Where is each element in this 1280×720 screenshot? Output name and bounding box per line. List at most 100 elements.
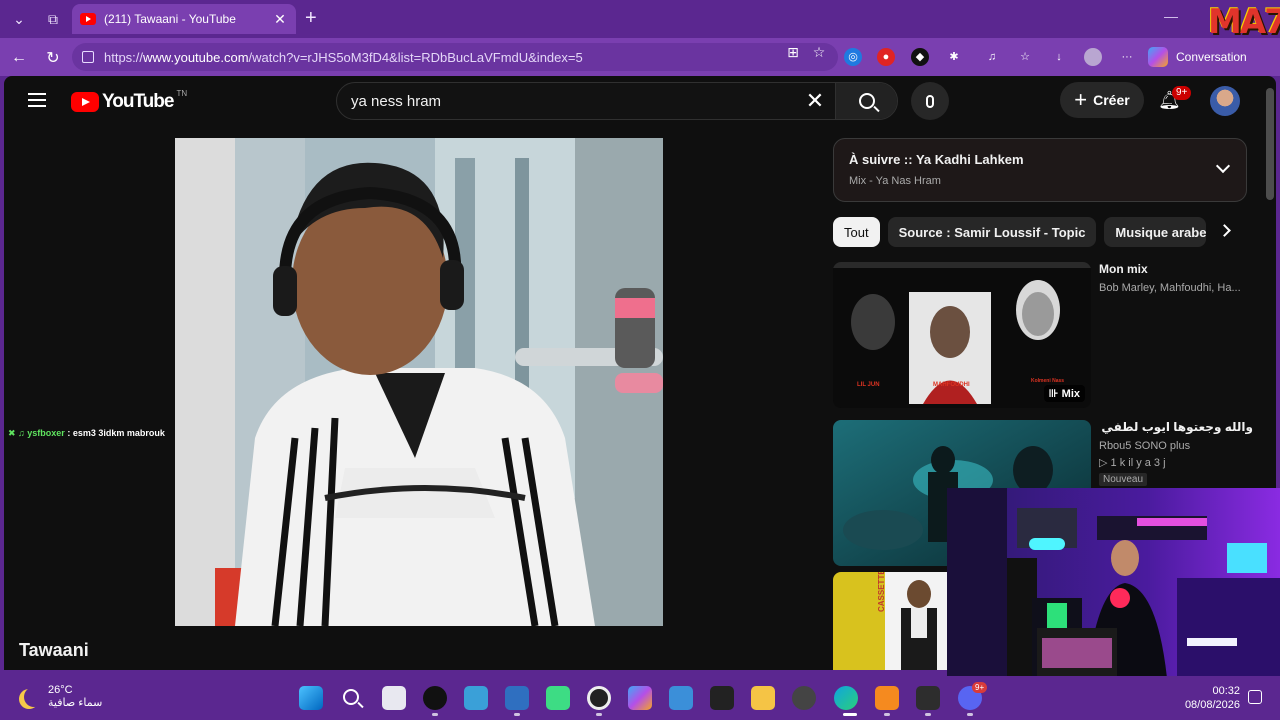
playlist-icon: ⊪ [1048,388,1062,400]
weather-text: 26°C سماء صافية [48,684,102,709]
playlist-panel[interactable]: À suivre :: Ya Kadhi Lahkem Mix - Ya Nas… [833,138,1247,202]
play-icon: ▷ [1099,457,1111,469]
close-tab-icon[interactable]: ✕ [272,11,288,28]
site-info-icon[interactable] [82,51,94,63]
workspaces-icon[interactable]: ⧉ [40,7,66,31]
discord-badge: 9+ [972,682,988,693]
system-clock[interactable]: 00:32 08/08/2026 [1176,684,1240,712]
chips-next-arrow-icon[interactable] [1218,224,1231,237]
video-frame [175,138,663,626]
browser-tab-active[interactable]: (211) Tawaani - YouTube ✕ [72,4,296,34]
chip-arabic-music[interactable]: Musique arabe [1104,217,1207,247]
refresh-button[interactable]: ↻ [42,47,64,69]
video-title: Tawaani [19,640,89,660]
page-scrollbar[interactable] [1266,88,1274,200]
video-meta: Mon mix Bob Marley, Mahfoudhi, Ha... [1099,262,1253,294]
chat-badge-icon: ✖ ♫ [8,428,28,438]
media-control-icon[interactable]: ♫ [983,48,1001,66]
video-stats: ▷ 1 k il y a 3 j [1099,457,1166,469]
create-button[interactable]: + Créer [1060,82,1144,118]
moon-icon [24,687,44,707]
minimize-window-button[interactable]: — [1164,8,1178,24]
file-explorer-icon[interactable] [751,686,775,710]
downloads-icon[interactable]: ↓ [1050,48,1068,66]
app-network-icon[interactable] [505,686,529,710]
up-next-title: À suivre :: Ya Kadhi Lahkem [849,152,1024,167]
playlist-subtitle: Mix - Ya Nas Hram [849,175,941,187]
notification-center-icon[interactable] [1248,690,1262,704]
new-tab-button[interactable]: + [305,8,317,28]
app-chrome-icon[interactable] [792,686,816,710]
clear-search-icon[interactable]: ✕ [795,88,835,114]
address-bar[interactable]: https://www.youtube.com/watch?v=rJHS5oM3… [72,43,838,71]
profile-icon[interactable] [1084,48,1102,66]
app-edge-icon[interactable] [834,686,858,710]
webcam-feed-image [947,488,1280,678]
extension-record-icon[interactable]: ● [877,48,895,66]
extension-shazam-icon[interactable]: ◎ [844,48,862,66]
running-indicator [884,713,890,716]
search-box[interactable]: ya ness hram ✕ [336,82,898,120]
app-desktop-icon[interactable] [464,686,488,710]
menu-icon[interactable] [28,93,46,107]
favorite-star-icon[interactable]: ☆ [810,44,828,62]
weather-widget[interactable]: 26°C سماء صافية [18,684,102,709]
video-meta: والله وجعتوها ايوب لطفي جرمانة Rbou5 SON… [1099,420,1253,487]
clock-time: 00:32 [1212,685,1240,697]
conversation-label: Conversation [1176,50,1247,64]
taskbar-search-icon[interactable] [340,686,364,710]
country-code: TN [176,88,188,98]
youtube-header: YouTube TN ya ness hram ✕ + Créer 🔔︎ 9+ [4,76,1276,128]
extension-shield-icon[interactable]: ◆ [911,48,929,66]
video-title-link[interactable]: Mon mix [1099,262,1253,276]
video-thumbnail[interactable]: LIL JUN MAHFOUDHI Kolmeni Nass ⊪ Mix [833,262,1091,408]
temperature: 26°C [48,684,73,696]
stream-chat-message: ✖ ♫ ysfboxer : esm3 3idkm mabrouk [8,428,165,439]
running-indicator [514,713,520,716]
extensions-puzzle-icon[interactable]: ✱ [945,48,963,66]
tab-title: (211) Tawaani - YouTube [104,12,236,26]
account-avatar[interactable] [1210,86,1240,116]
video-title-link[interactable]: والله وجعتوها ايوب لطفي جرمانة [1099,420,1253,434]
more-menu-icon[interactable]: ··· [1118,48,1136,66]
search-button[interactable] [835,83,897,119]
start-windows-icon[interactable] [299,686,323,710]
youtube-favicon-icon [80,13,96,25]
app-terminal-icon[interactable] [916,686,940,710]
running-indicator [843,713,857,716]
video-player[interactable] [175,138,663,626]
app-visual-studio-icon[interactable] [669,686,693,710]
tab-strip: ⌄ ⧉ (211) Tawaani - YouTube ✕ + — MA7 [0,0,1280,42]
app-capcut-edit-icon[interactable] [710,686,734,710]
plus-icon: + [1074,87,1088,112]
create-label: Créer [1093,92,1130,108]
app-fl-studio-icon[interactable] [875,686,899,710]
thumb-label-1: LIL JUN [857,382,880,388]
app-android-icon[interactable] [546,686,570,710]
tab-actions-menu-icon[interactable]: ⌄ [6,7,32,31]
channel-name[interactable]: Bob Marley, Mahfoudhi, Ha... [1099,282,1253,294]
channel-name[interactable]: Rbou5 SONO plus [1099,440,1253,452]
app-capcut-icon[interactable] [423,686,447,710]
windows-taskbar: 26°C سماء صافية 9+ 00:32 08/08/2026 [0,676,1280,720]
app-copilot-icon[interactable] [628,686,652,710]
task-view-icon[interactable] [382,686,406,710]
youtube-play-icon [71,92,99,112]
notifications-button[interactable]: 🔔︎ 9+ [1158,86,1192,112]
running-indicator [925,713,931,716]
back-button[interactable]: ← [8,47,30,69]
url-text[interactable]: https://www.youtube.com/watch?v=rJHS5oM3… [104,50,583,65]
favorites-icon[interactable]: ☆ [1016,48,1034,66]
clock-date: 08/08/2026 [1184,699,1240,711]
chip-all[interactable]: Tout [833,217,880,247]
youtube-logo[interactable]: YouTube TN [71,88,188,113]
app-available-icon[interactable]: ⊞ [784,44,802,62]
app-obs-icon[interactable] [587,686,611,710]
chip-source[interactable]: Source : Samir Loussif - Topic [887,217,1097,247]
search-icon [858,93,875,109]
voice-search-button[interactable] [911,82,949,120]
running-indicator [596,713,602,716]
search-input[interactable]: ya ness hram [337,93,795,110]
copilot-conversation-button[interactable]: Conversation [1148,45,1247,69]
address-bar-row: ← ↻ https://www.youtube.com/watch?v=rJHS… [0,38,1280,76]
